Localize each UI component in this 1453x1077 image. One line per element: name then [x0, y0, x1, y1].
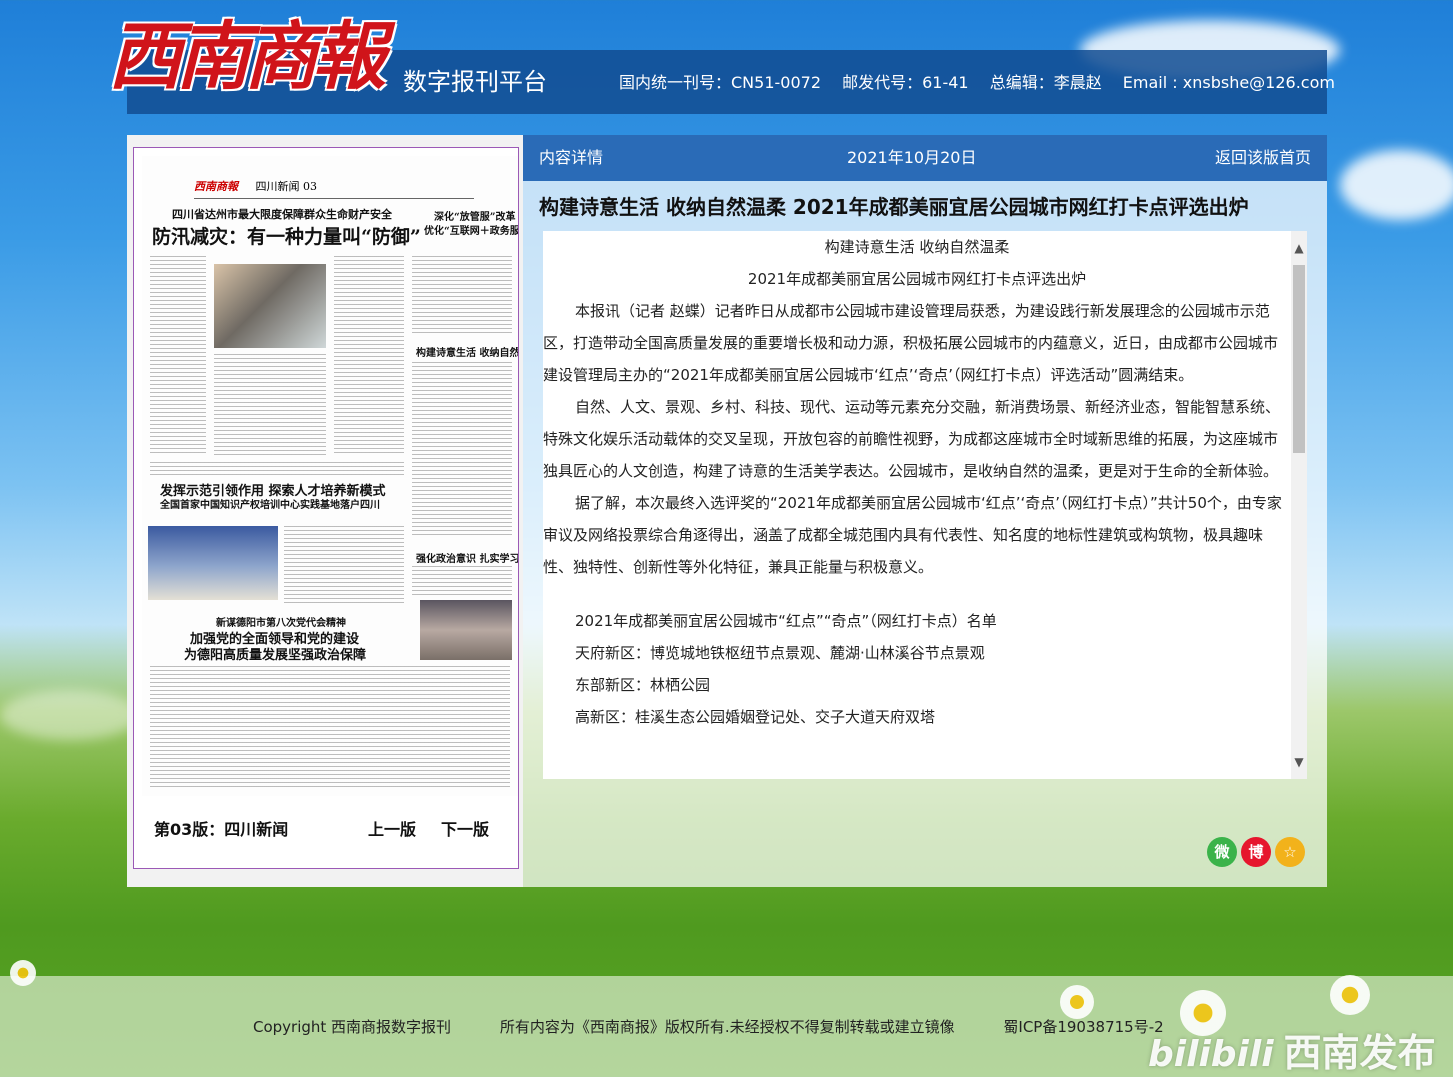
article-body-scroll[interactable]: 构建诗意生活 收纳自然温柔 2021年成都美丽宜居公园城市网红打卡点评选出炉 本… — [543, 231, 1307, 779]
platform-title: 数字报刊平台 — [403, 68, 547, 96]
paper-text-block — [214, 354, 326, 456]
paper-headline3-kicker: 新谋德阳市第八次党代会精神 — [216, 618, 346, 629]
newspaper-page-image[interactable]: 西南商報 四川新闻 03 四川省达州市最大限度保障群众生命财产安全 防汛减灾：有… — [142, 156, 518, 796]
issn-label: 国内统一刊号：CN51-0072 — [619, 73, 821, 92]
paper-photo — [420, 600, 512, 660]
cloud — [0, 690, 140, 740]
article-paragraph: 本报讯（记者 赵蝶）记者昨日从成都市公园城市建设管理局获悉，为建设践行新发展理念… — [543, 302, 1279, 384]
article-content: 构建诗意生活 收纳自然温柔 2021年成都美丽宜居公园城市网红打卡点评选出炉 本… — [543, 231, 1291, 733]
copyright-text: Copyright 西南商报数字报刊 — [253, 1018, 452, 1036]
list-item: 天府新区：博览城地铁枢纽节点景观、麓湖·山林溪谷节点景观 — [575, 644, 985, 662]
paper-headline3b[interactable]: 为德阳高质量发展坚强政治保障 — [184, 644, 366, 663]
daisy-decoration — [1330, 975, 1370, 1015]
article-paragraph: 据了解，本次最终入选评奖的“2021年成都美丽宜居公园城市‘红点’‘奇点’（网红… — [543, 494, 1282, 576]
weibo-share-icon[interactable]: 博 — [1241, 837, 1271, 867]
wechat-share-icon[interactable]: 微 — [1207, 837, 1237, 867]
paper-masthead-section: 四川新闻 03 — [255, 180, 318, 193]
cloud — [1340, 150, 1453, 220]
issue-date: 2021年10月20日 — [847, 148, 977, 167]
scrollbar-thumb[interactable] — [1293, 265, 1305, 453]
paper-headline2-sub: 全国首家中国知识产权培训中心实践基地落户四川 — [160, 500, 380, 511]
paper-masthead-logo: 西南商報 — [194, 180, 238, 193]
article-title: 构建诗意生活 收纳自然温柔 2021年成都美丽宜居公园城市网红打卡点评选出炉 — [539, 195, 1249, 219]
article-subtitle: 2021年成都美丽宜居公园城市网红打卡点评选出炉 — [747, 270, 1087, 288]
paper-text-block — [150, 256, 206, 456]
article-panel: 内容详情 2021年10月20日 返回该版首页 构建诗意生活 收纳自然温柔 20… — [523, 135, 1327, 887]
paper-photo — [148, 526, 278, 600]
daisy-decoration — [1060, 985, 1094, 1019]
rights-text: 所有内容为《西南商报》版权所有.未经授权不得复制转载或建立镜像 — [499, 1018, 955, 1036]
content-detail-label: 内容详情 — [539, 148, 604, 167]
page-frame: 西南商報 四川新闻 03 四川省达州市最大限度保障群众生命财产安全 防汛减灾：有… — [133, 147, 519, 869]
chief-editor-label: 总编辑：李晨赵 — [989, 73, 1102, 92]
paper-text-block — [412, 566, 512, 596]
paper-text-block — [284, 526, 404, 606]
paper-headline1[interactable]: 防汛减灾：有一种力量叫“防御” — [152, 222, 421, 249]
header-meta: 国内统一刊号：CN51-0072 邮发代号：61-41 总编辑：李晨赵 Emai… — [619, 70, 1351, 96]
prev-page-link[interactable]: 上一版 — [368, 816, 416, 840]
list-item: 高新区：桂溪生态公园婚姻登记处、交子大道天府双塔 — [575, 708, 936, 726]
bilibili-watermark: bilibili 西南发布 — [1148, 1022, 1436, 1077]
footer-text: Copyright 西南商报数字报刊 所有内容为《西南商报》版权所有.未经授权不… — [253, 1016, 1208, 1037]
paper-text-block — [334, 256, 404, 456]
paper-text-block — [150, 666, 510, 790]
back-to-page-link[interactable]: 返回该版首页 — [1215, 135, 1311, 181]
paper-photo — [214, 264, 326, 348]
article-subtitle: 构建诗意生活 收纳自然温柔 — [824, 238, 1010, 256]
paper-text-block — [150, 462, 404, 476]
page-label: 第03版：四川新闻 — [154, 820, 289, 839]
list-item: 东部新区：林栖公园 — [575, 676, 711, 694]
watermark-text: 西南发布 — [1283, 1031, 1436, 1075]
postal-code-label: 邮发代号：61-41 — [842, 73, 969, 92]
scroll-down-arrow-icon[interactable]: ▼ — [1291, 753, 1307, 771]
page-panel: 西南商報 四川新闻 03 四川省达州市最大限度保障群众生命财产安全 防汛减灾：有… — [127, 135, 523, 887]
icp-link[interactable]: 蜀ICP备19038715号-2 — [1003, 1018, 1163, 1036]
list-title: 2021年成都美丽宜居公园城市“红点”“奇点”（网红打卡点）名单 — [575, 612, 997, 630]
next-page-link[interactable]: 下一版 — [441, 816, 489, 840]
paper-masthead: 西南商報 四川新闻 03 — [194, 178, 474, 199]
page-nav: 第03版：四川新闻 上一版 下一版 — [154, 816, 504, 840]
scroll-up-arrow-icon[interactable]: ▲ — [1291, 239, 1307, 257]
daisy-decoration — [10, 960, 36, 986]
site-logo[interactable]: 西南商報 — [108, 12, 388, 102]
paper-side2[interactable]: 构建诗意生活 收纳自然温柔 — [416, 344, 518, 359]
article-paragraph: 自然、人文、景观、乡村、科技、现代、运动等元素充分交融，新消费场景、新经济业态，… — [543, 398, 1281, 480]
email-label: Email : xnsbshe@126.com — [1122, 73, 1335, 92]
paper-side1b: 优化“互联网＋政务服务” — [424, 226, 518, 237]
favorite-star-icon[interactable]: ☆ — [1275, 837, 1305, 867]
paper-text-block — [412, 256, 512, 336]
paper-side3[interactable]: 强化政治意识 扎实学习路径 — [416, 550, 518, 565]
article-scrollbar[interactable]: ▲ ▼ — [1291, 231, 1307, 779]
paper-text-block — [412, 362, 512, 538]
content-bar: 内容详情 2021年10月20日 返回该版首页 — [523, 135, 1327, 181]
paper-side1[interactable]: 深化“放管服”改革 — [434, 208, 516, 223]
bilibili-logo: bilibili — [1148, 1034, 1274, 1075]
paper-headline1-kicker[interactable]: 四川省达州市最大限度保障群众生命财产安全 — [172, 206, 392, 222]
